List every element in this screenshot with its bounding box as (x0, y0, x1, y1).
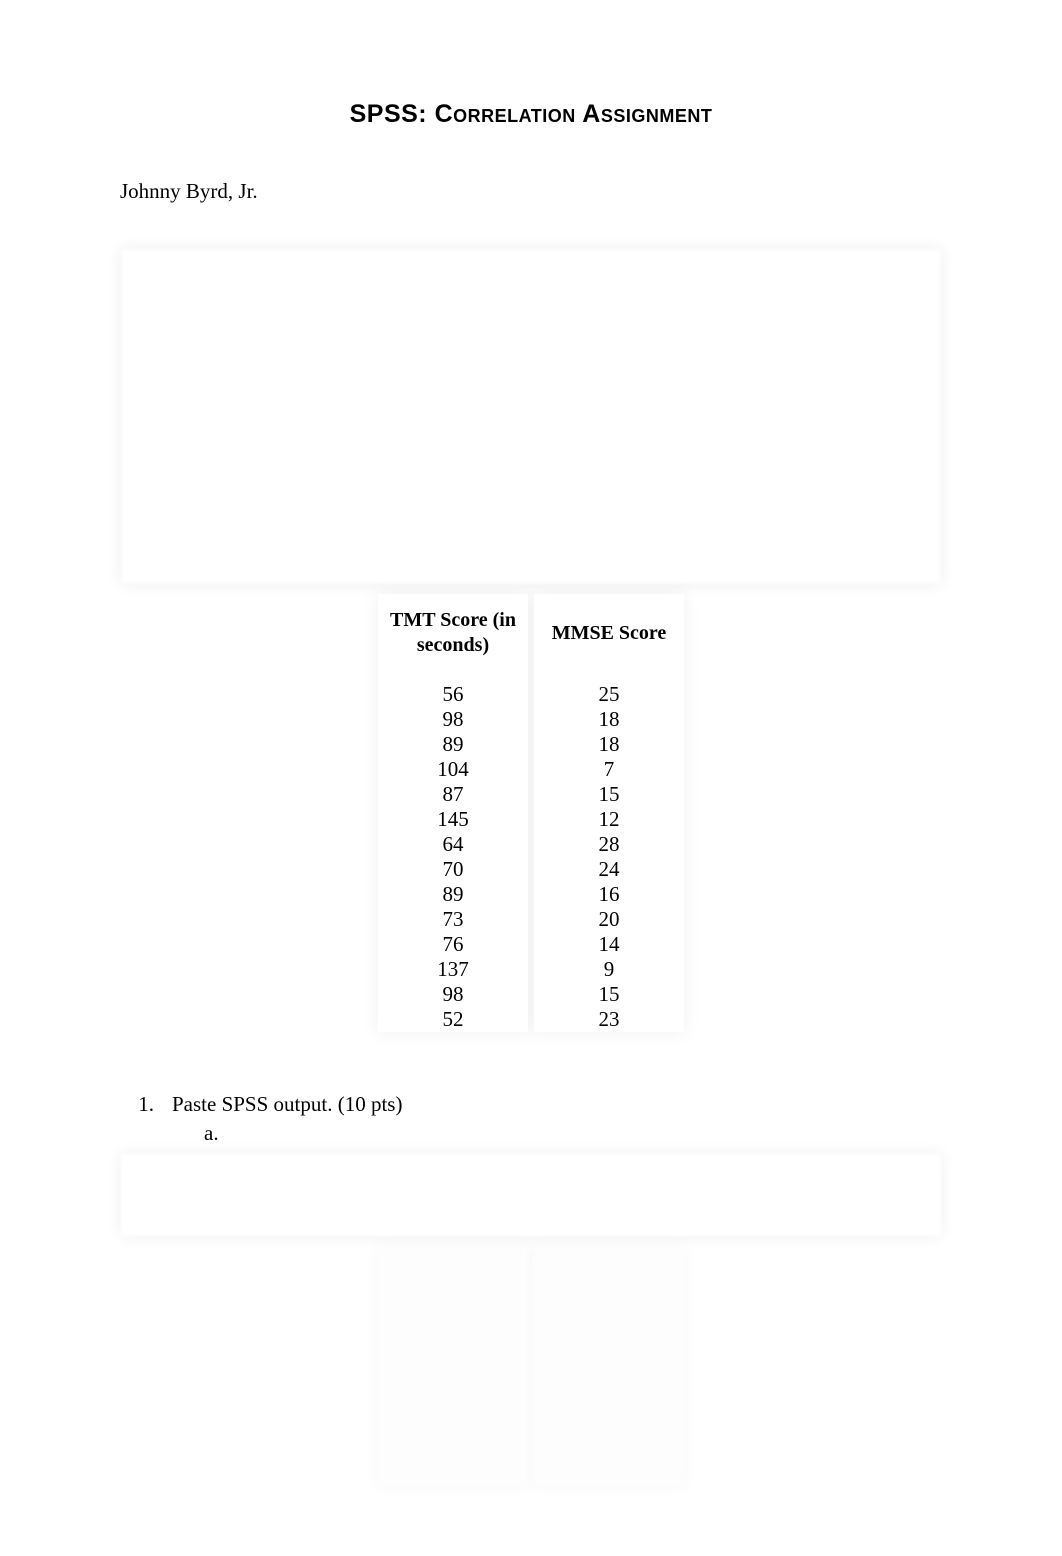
cell-mmse: 20 (534, 907, 684, 932)
cell-mmse: 23 (534, 1007, 684, 1032)
cell-mmse: 16 (534, 882, 684, 907)
table-header-mmse: MMSE Score (534, 594, 684, 672)
table-row: 6428 (378, 832, 684, 857)
question-text: Paste SPSS output. (10 pts) (172, 1092, 402, 1117)
blurred-table (372, 1246, 690, 1486)
cell-mmse: 25 (534, 682, 684, 707)
table-row: 14512 (378, 807, 684, 832)
cell-tmt: 76 (378, 932, 528, 957)
blurred-table-container (120, 1246, 942, 1486)
table-row: 8918 (378, 732, 684, 757)
question-number: 1. (130, 1092, 154, 1117)
cell-tmt: 87 (378, 782, 528, 807)
table-row: 7320 (378, 907, 684, 932)
table-row: 1379 (378, 957, 684, 982)
data-table: TMT Score (in seconds) MMSE Score 5625 9… (372, 594, 690, 1032)
table-row: 9815 (378, 982, 684, 1007)
table-row: 8715 (378, 782, 684, 807)
table-row: 9818 (378, 707, 684, 732)
table-row: 8916 (378, 882, 684, 907)
placeholder-region-top (121, 249, 941, 584)
cell-mmse: 14 (534, 932, 684, 957)
table-row: 5625 (378, 682, 684, 707)
cell-mmse: 12 (534, 807, 684, 832)
cell-mmse: 9 (534, 957, 684, 982)
question-subitem: a. (130, 1121, 942, 1146)
cell-mmse: 18 (534, 732, 684, 757)
cell-tmt: 70 (378, 857, 528, 882)
cell-mmse: 24 (534, 857, 684, 882)
cell-tmt: 89 (378, 882, 528, 907)
cell-tmt: 137 (378, 957, 528, 982)
cell-tmt: 89 (378, 732, 528, 757)
cell-tmt: 52 (378, 1007, 528, 1032)
author-name: Johnny Byrd, Jr. (120, 179, 942, 204)
table-row: 5223 (378, 1007, 684, 1032)
table-header-tmt: TMT Score (in seconds) (378, 594, 528, 672)
cell-tmt: 73 (378, 907, 528, 932)
cell-mmse: 15 (534, 782, 684, 807)
table-row: 1047 (378, 757, 684, 782)
cell-tmt: 145 (378, 807, 528, 832)
cell-mmse: 7 (534, 757, 684, 782)
question-block: 1. Paste SPSS output. (10 pts) a. (120, 1092, 942, 1146)
cell-tmt: 98 (378, 982, 528, 1007)
table-row: 7614 (378, 932, 684, 957)
cell-tmt: 64 (378, 832, 528, 857)
cell-mmse: 18 (534, 707, 684, 732)
cell-tmt: 56 (378, 682, 528, 707)
data-table-container: TMT Score (in seconds) MMSE Score 5625 9… (120, 594, 942, 1032)
placeholder-region-mid (121, 1154, 941, 1236)
cell-mmse: 15 (534, 982, 684, 1007)
cell-tmt: 104 (378, 757, 528, 782)
table-row: 7024 (378, 857, 684, 882)
cell-tmt: 98 (378, 707, 528, 732)
page-title: SPSS: Correlation Assignment (120, 100, 942, 129)
cell-mmse: 28 (534, 832, 684, 857)
